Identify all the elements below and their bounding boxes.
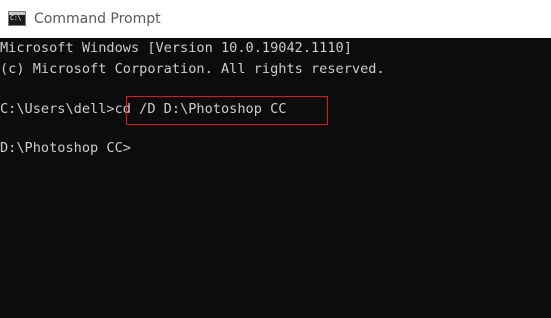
- copyright-line: (c) Microsoft Corporation. All rights re…: [0, 61, 385, 77]
- version-line: Microsoft Windows [Version 10.0.19042.11…: [0, 40, 352, 56]
- prompt-text: C:\Users\dell>: [0, 101, 115, 117]
- window-title: Command Prompt: [34, 11, 161, 27]
- cmd-icon: C:\: [8, 11, 26, 26]
- current-prompt-line: D:\Photoshop CC>: [0, 140, 131, 156]
- cmd-icon-glyph: C:\: [10, 14, 22, 22]
- console-output[interactable]: Microsoft Windows [Version 10.0.19042.11…: [0, 38, 551, 318]
- command-prompt-window: C:\ Command Prompt Microsoft Windows [Ve…: [0, 0, 551, 318]
- title-bar[interactable]: C:\ Command Prompt: [0, 0, 551, 38]
- command-highlight-box: [126, 96, 328, 125]
